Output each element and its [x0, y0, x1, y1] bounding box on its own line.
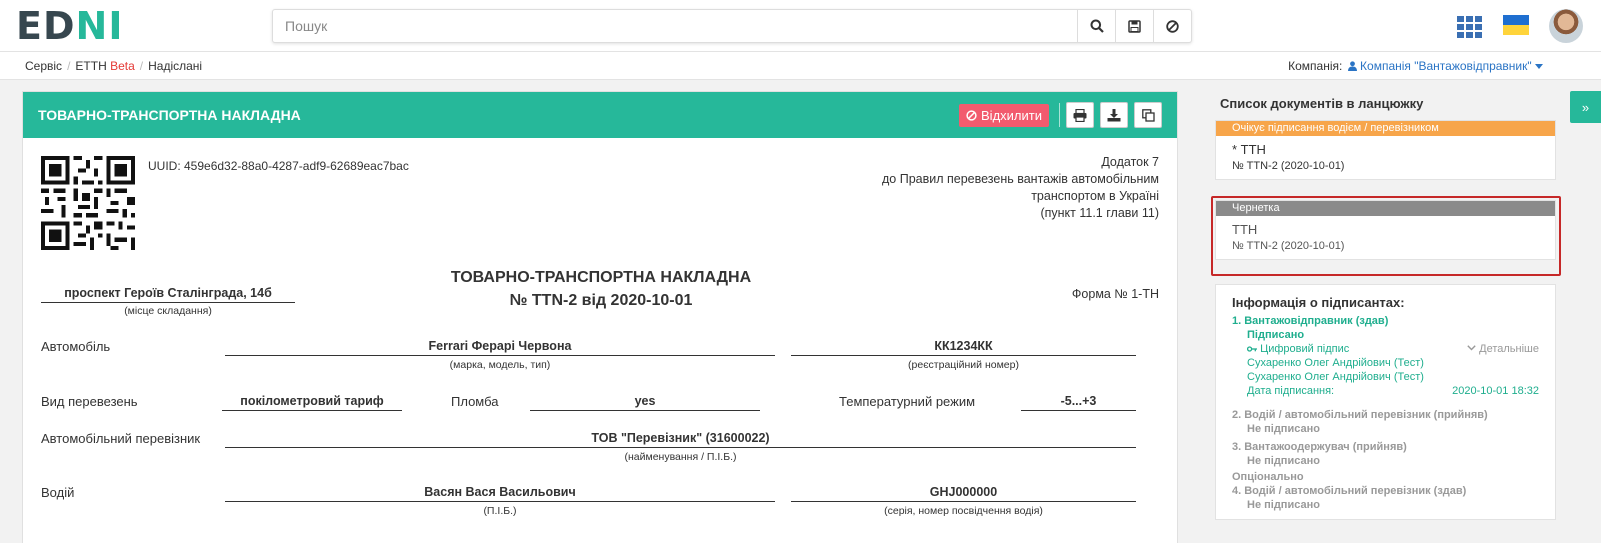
copy-icon — [1141, 108, 1155, 122]
temperature-label: Температурний режим — [839, 394, 976, 409]
driver-caption: (П.І.Б.) — [483, 505, 517, 517]
chain-list-title: Список документів в ланцюжку — [1220, 96, 1424, 111]
temperature-value: -5...+3 — [1021, 394, 1136, 411]
car-label: Автомобіль — [41, 339, 111, 354]
license-value: GHJ000000 — [791, 485, 1136, 502]
company-value[interactable]: Компанія "Вантажовідправник" — [1360, 59, 1532, 73]
reject-button[interactable]: Відхилити — [959, 103, 1049, 127]
clear-search-button[interactable] — [1153, 10, 1191, 42]
caret-down-icon — [1535, 64, 1543, 69]
download-button[interactable] — [1100, 102, 1128, 128]
user-icon — [1347, 61, 1357, 71]
optional-label: Опціонально — [1232, 471, 1304, 483]
signer-3-status: Не підписано — [1247, 455, 1320, 467]
signer-4-name: 4. Водій / автомобільний перевізник (зда… — [1232, 485, 1467, 497]
signers-title: Інформація о підписантах: — [1232, 295, 1405, 310]
top-bar: ED NI — [0, 0, 1601, 52]
chevron-down-icon — [1467, 345, 1476, 351]
breadcrumb-sent: Надіслані — [148, 59, 203, 73]
form-number: Форма № 1-ТН — [1071, 287, 1159, 301]
breadcrumb: Сервіс / ЕТТН Beta / Надіслані — [25, 59, 203, 73]
expand-sidebar-button[interactable]: » — [1570, 91, 1601, 123]
ban-icon — [966, 109, 978, 121]
search-input[interactable] — [273, 10, 1077, 42]
selected-card-highlight — [1211, 196, 1561, 276]
signer-1-person: Сухаренко Олег Андрійович (Тест) — [1247, 371, 1424, 383]
ban-icon — [1166, 19, 1179, 33]
breadcrumb-ettn[interactable]: ЕТТН Beta — [75, 59, 134, 73]
download-icon — [1107, 108, 1121, 121]
signing-date-value: 2020-10-01 18:32 — [1452, 385, 1539, 397]
edin-logo[interactable]: ED NI — [16, 4, 123, 48]
driver-label: Водій — [41, 485, 75, 500]
avatar[interactable] — [1549, 9, 1583, 43]
search-bar — [272, 9, 1192, 43]
search-button[interactable] — [1077, 10, 1115, 42]
save-search-button[interactable] — [1115, 10, 1153, 42]
transport-type-value: покілометровий тариф — [222, 394, 402, 411]
reg-number-caption: (реєстраційний номер) — [908, 359, 1019, 371]
signers-panel: Інформація о підписантах: 1. Вантажовідп… — [1215, 284, 1556, 520]
signer-1-name: 1. Вантажовідправник (здав) — [1232, 315, 1389, 327]
signing-date-label: Дата підписання: — [1247, 385, 1335, 397]
reg-number-value: КК1234КК — [791, 339, 1136, 356]
carrier-value: ТОВ "Перевізник" (31600022) — [225, 431, 1136, 448]
signer-1-person: Сухаренко Олег Андрійович (Тест) — [1247, 357, 1424, 369]
document-header: ТОВАРНО-ТРАНСПОРТНА НАКЛАДНА Відхилити — [23, 92, 1177, 138]
seal-value: yes — [530, 394, 760, 411]
signer-3-name: 3. Вантажоодержувач (прийняв) — [1232, 441, 1407, 453]
save-icon — [1128, 19, 1141, 33]
license-caption: (серія, номер посвідчення водія) — [884, 505, 1043, 517]
transport-type-label: Вид перевезень — [41, 394, 138, 409]
seal-label: Пломба — [451, 394, 499, 409]
signer-2-name: 2. Водій / автомобільний перевізник (при… — [1232, 409, 1488, 421]
status-badge: Очікує підписання водієм / перевізником — [1216, 121, 1555, 136]
qr-code — [41, 156, 135, 250]
card-doc-number: № TTN-2 (2020-10-01) — [1232, 160, 1345, 172]
search-icon — [1090, 19, 1104, 33]
chain-card-pending[interactable]: Очікує підписання водієм / перевізником … — [1215, 120, 1556, 180]
breadcrumb-bar: Сервіс / ЕТТН Beta / Надіслані Компанія: Ком… — [0, 52, 1601, 80]
document-header-title: ТОВАРНО-ТРАНСПОРТНА НАКЛАДНА — [38, 107, 301, 123]
print-button[interactable] — [1066, 102, 1094, 128]
appendix-note: Додаток 7 до Правил перевезень вантажів … — [882, 155, 1159, 220]
print-icon — [1073, 108, 1087, 122]
car-caption: (марка, модель, тип) — [449, 359, 551, 371]
signer-4-status: Не підписано — [1247, 499, 1320, 511]
document-panel: ТОВАРНО-ТРАНСПОРТНА НАКЛАДНА Відхилити U… — [22, 91, 1178, 543]
key-icon — [1246, 346, 1257, 352]
digital-signature-link[interactable]: Цифровий підпис — [1246, 343, 1349, 355]
header-divider — [1059, 103, 1060, 127]
place-caption: (місце складання) — [124, 305, 212, 317]
copy-button[interactable] — [1134, 102, 1162, 128]
apps-grid-icon[interactable] — [1457, 16, 1482, 38]
breadcrumb-service[interactable]: Сервіс — [25, 59, 62, 73]
driver-value: Васян Вася Васильович — [225, 485, 775, 502]
beta-badge: Beta — [110, 59, 135, 73]
ukraine-flag-icon[interactable] — [1503, 15, 1529, 35]
card-doc-name: * ТТН — [1232, 142, 1266, 157]
company-selector[interactable]: Компанія: Компанія "Вантажовідправник" — [1288, 59, 1543, 73]
car-value: Ferrari Ферарі Червона — [225, 339, 775, 356]
carrier-caption: (найменування / П.І.Б.) — [624, 451, 737, 463]
carrier-label: Автомобільний перевізник — [41, 431, 201, 446]
details-toggle[interactable]: Детальніше — [1467, 343, 1539, 355]
signer-1-status: Підписано — [1247, 329, 1305, 341]
signer-2-status: Не підписано — [1247, 423, 1320, 435]
place-value: проспект Героїв Сталінграда, 14б — [41, 286, 295, 303]
document-uuid: UUID: 459e6d32-88a0-4287-adf9-62689eac7b… — [148, 159, 409, 173]
